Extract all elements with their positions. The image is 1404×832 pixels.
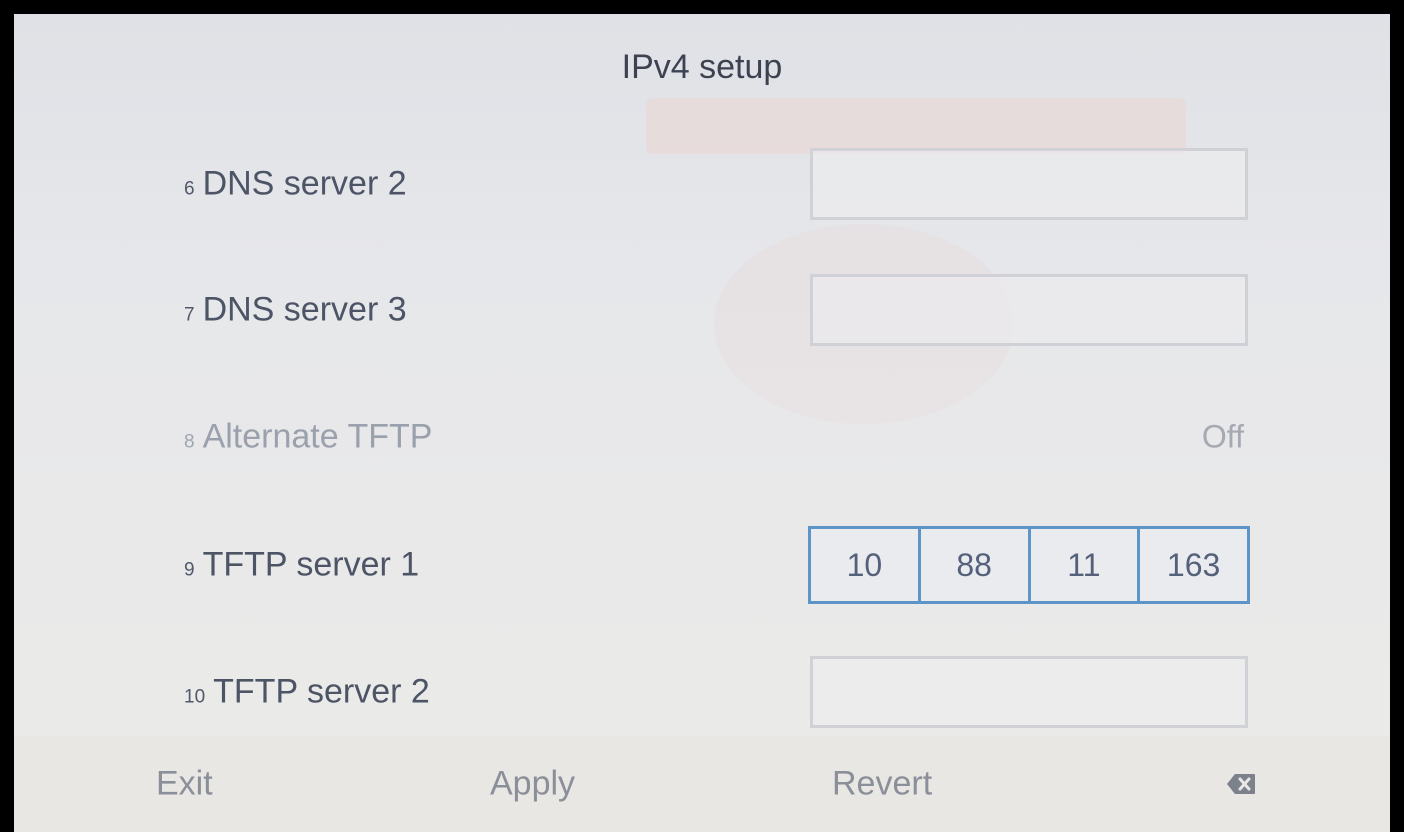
- row-number: 9: [184, 559, 195, 581]
- tftp-server-1-ip-input[interactable]: 10 88 11 163: [808, 526, 1250, 604]
- row-number: 8: [184, 431, 195, 453]
- row-label-text: TFTP server 1: [202, 545, 420, 584]
- setting-row-tftp-server-1[interactable]: 9 TFTP server 1 10 88 11 163: [14, 525, 1390, 605]
- ip-octet-4[interactable]: 163: [1140, 529, 1247, 601]
- ip-octet-1[interactable]: 10: [811, 529, 921, 601]
- setting-label: 9 TFTP server 1: [184, 546, 419, 585]
- ip-octet-3[interactable]: 11: [1031, 529, 1141, 601]
- setting-row-alternate-tftp[interactable]: 8 Alternate TFTP Off: [14, 397, 1390, 477]
- setting-row-dns-server-2[interactable]: 6 DNS server 2: [14, 144, 1390, 224]
- setting-row-dns-server-3[interactable]: 7 DNS server 3: [14, 270, 1390, 350]
- apply-softkey[interactable]: Apply: [490, 765, 575, 804]
- row-label-text: DNS server 2: [202, 164, 407, 203]
- ip-octet-2[interactable]: 88: [921, 529, 1031, 601]
- row-number: 7: [184, 304, 195, 326]
- alternate-tftp-value[interactable]: Off: [1202, 419, 1244, 456]
- row-label-text: TFTP server 2: [213, 672, 430, 711]
- row-label-text: Alternate TFTP: [202, 417, 433, 456]
- tftp-server-2-input[interactable]: [810, 656, 1248, 728]
- setting-label: 7 DNS server 3: [184, 291, 407, 330]
- setting-label: 8 Alternate TFTP: [184, 418, 432, 457]
- backspace-icon[interactable]: [1226, 773, 1256, 795]
- softkey-bar: Exit Apply Revert: [14, 736, 1390, 832]
- row-number: 6: [184, 178, 195, 200]
- dns-server-3-input[interactable]: [810, 274, 1248, 346]
- row-number: 10: [184, 686, 206, 708]
- setting-label: 10 TFTP server 2: [184, 673, 430, 712]
- revert-softkey[interactable]: Revert: [832, 765, 932, 804]
- dns-server-2-input[interactable]: [810, 148, 1248, 220]
- phone-screen: IPv4 setup 6 DNS server 2 7 DNS server 3 8…: [14, 14, 1390, 832]
- setting-label: 6 DNS server 2: [184, 165, 407, 204]
- exit-softkey[interactable]: Exit: [156, 765, 213, 804]
- page-title: IPv4 setup: [621, 48, 783, 86]
- row-label-text: DNS server 3: [202, 290, 407, 329]
- setting-row-tftp-server-2[interactable]: 10 TFTP server 2: [14, 652, 1390, 732]
